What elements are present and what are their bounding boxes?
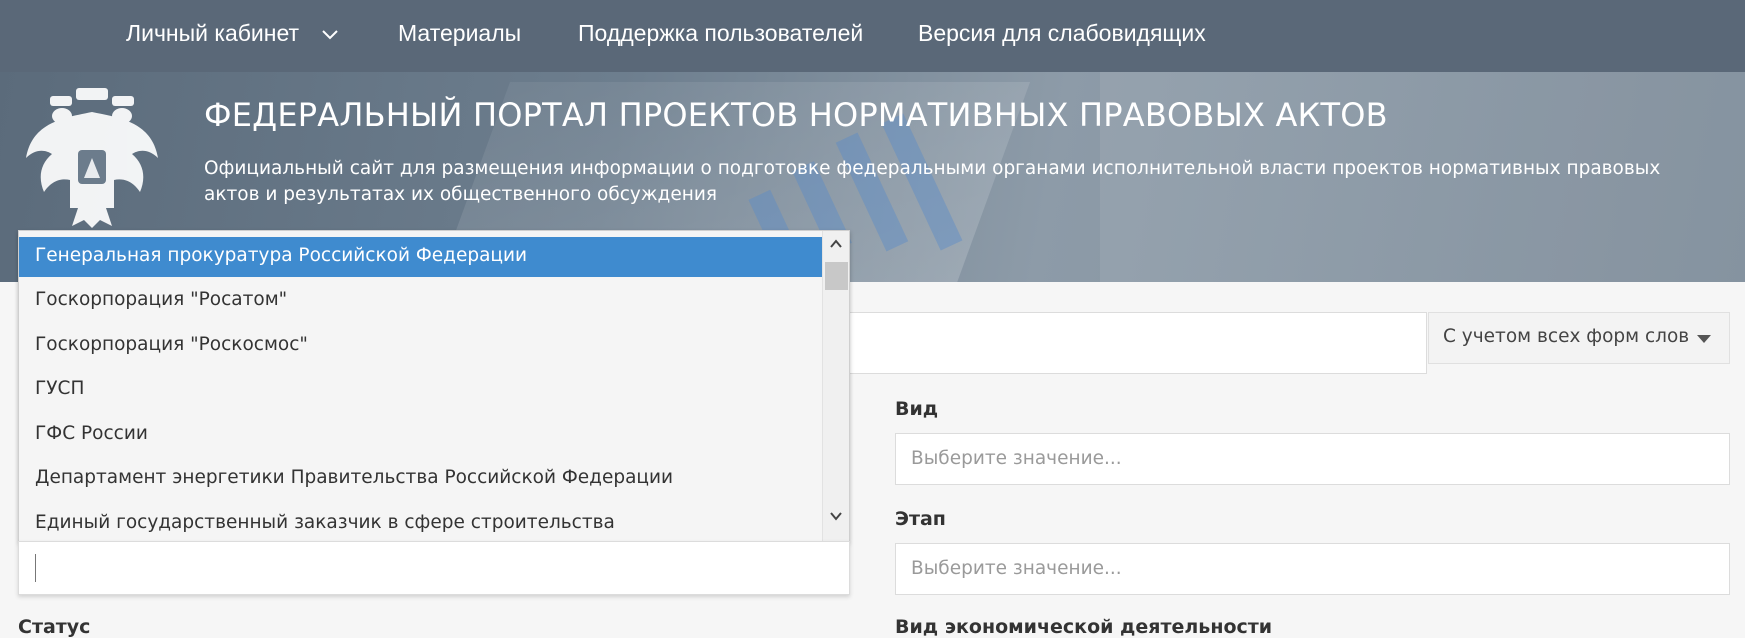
dropdown-option[interactable]: ГУСП [19,370,822,410]
economic-activity-label: Вид экономической деятельности [895,616,1273,638]
etap-label: Этап [895,508,946,530]
chevron-down-icon[interactable] [320,25,340,45]
russia-coat-of-arms-icon [26,88,158,228]
nav-user-support[interactable]: Поддержка пользователей [578,20,863,47]
text-cursor [35,554,36,582]
nav-accessibility-version[interactable]: Версия для слабовидящих [918,20,1206,47]
nav-materials[interactable]: Материалы [398,20,521,47]
dropdown-search-input[interactable] [18,541,850,595]
etap-select-placeholder: Выберите значение... [911,558,1122,579]
vid-select-placeholder: Выберите значение... [911,448,1122,469]
vid-select[interactable]: Выберите значение... [895,433,1730,485]
dropdown-option[interactable]: Госкорпорация "Роскосмос" [19,326,822,366]
search-input[interactable] [840,312,1427,374]
top-navigation: Личный кабинет Материалы Поддержка польз… [0,0,1745,72]
word-forms-select-value: С учетом всех форм слов [1443,326,1690,347]
page-title: ФЕДЕРАЛЬНЫЙ ПОРТАЛ ПРОЕКТОВ НОРМАТИВНЫХ … [204,96,1388,134]
dropdown-option[interactable]: ГФС России [19,415,822,455]
page-subtitle: Официальный сайт для размещения информац… [204,158,1661,205]
dropdown-option[interactable]: Департамент энергетики Правительства Рос… [19,459,822,499]
etap-select[interactable]: Выберите значение... [895,543,1730,595]
vid-label: Вид [895,398,939,420]
dropdown-option[interactable]: Генеральная прокуратура Российской Федер… [19,237,822,277]
nav-personal-cabinet[interactable]: Личный кабинет [126,20,299,47]
caret-down-icon [1697,335,1711,343]
dropdown-option[interactable]: Госкорпорация "Росатом" [19,281,822,321]
word-forms-select[interactable]: С учетом всех форм слов [1428,312,1730,364]
status-label: Статус [18,616,91,638]
chevron-down-icon[interactable] [829,509,843,523]
chevron-up-icon[interactable] [829,237,843,251]
department-dropdown-list[interactable]: Генеральная прокуратура Российской Федер… [18,230,850,542]
dropdown-scrollbar[interactable] [822,231,849,541]
dropdown-option[interactable]: Единый государственный заказчик в сфере … [19,504,822,541]
scrollbar-thumb[interactable] [825,262,848,290]
